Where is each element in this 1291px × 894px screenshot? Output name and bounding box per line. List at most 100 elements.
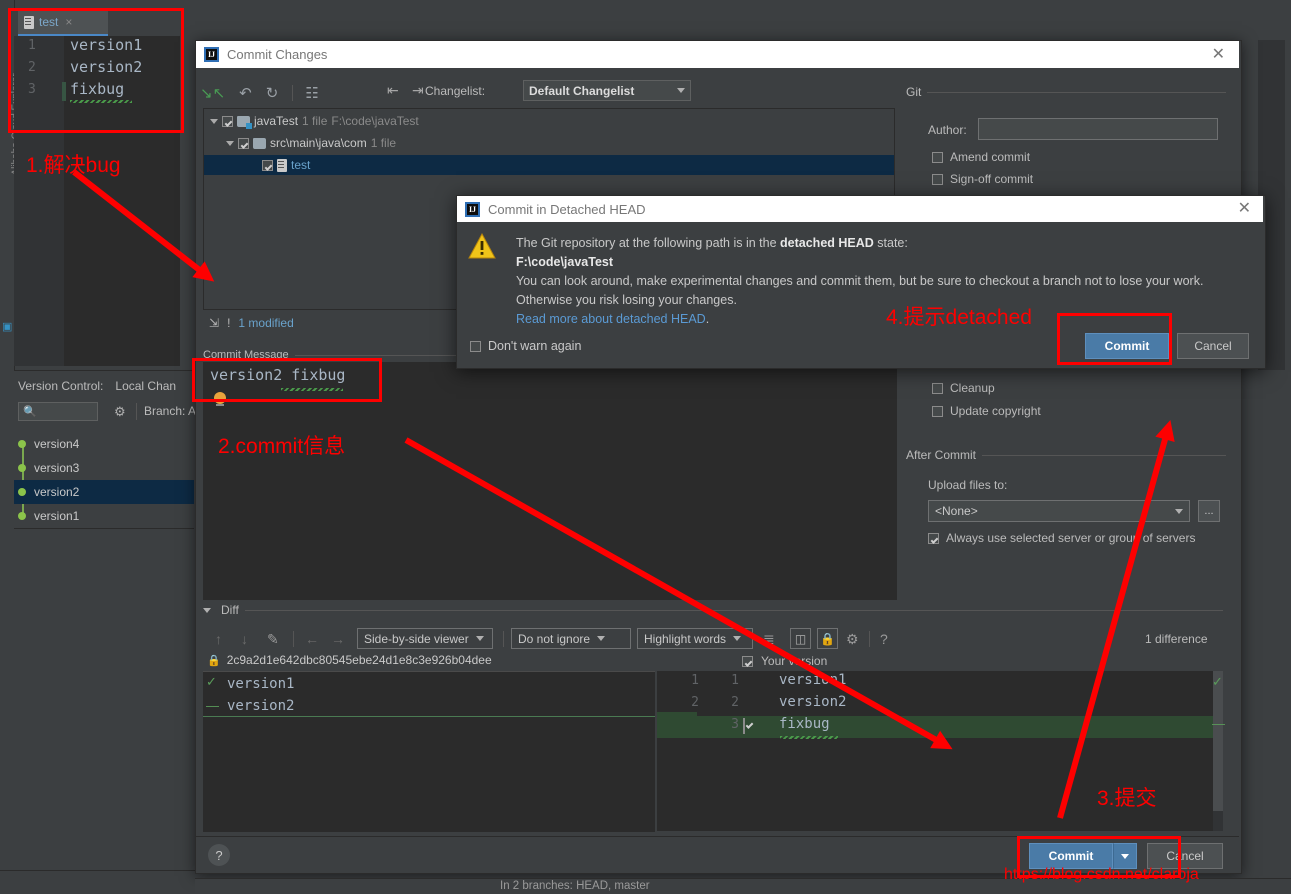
annotation-label-4: 4.提示detached xyxy=(886,306,1032,329)
list-item[interactable]: version2 xyxy=(14,480,194,504)
edit-icon[interactable]: ✎ xyxy=(267,628,279,650)
detached-cancel-button[interactable]: Cancel xyxy=(1177,333,1249,359)
ignore-mode-select[interactable]: Do not ignore xyxy=(511,628,631,649)
help-button[interactable]: ? xyxy=(208,844,230,866)
expand-all-icon[interactable]: ⇥ xyxy=(412,82,424,99)
browse-button[interactable]: ... xyxy=(1198,500,1220,522)
ignore-mode-value: Do not ignore xyxy=(518,631,591,646)
diff-line-text: version1 xyxy=(227,676,295,692)
diff-new-line-number: 2 xyxy=(731,695,739,710)
cloud-explorer-icon[interactable]: ▣ xyxy=(2,320,12,333)
highlight-mode-select[interactable]: Highlight words xyxy=(637,628,753,649)
left-tool-window-strip[interactable]: Alibaba Cloud Explorer ▣ xyxy=(0,0,22,893)
arrow-right-icon[interactable]: → xyxy=(331,628,345,650)
chevron-down-icon[interactable] xyxy=(203,607,211,613)
search-input[interactable]: 🔍 xyxy=(18,402,98,421)
version-control-toolbar: 🔍 ⚙ Branch: A xyxy=(18,402,197,426)
signoff-commit-option[interactable]: Sign-off commit xyxy=(932,172,1033,186)
table-row[interactable]: src\main\java\com 1 file xyxy=(204,133,894,153)
author-field[interactable] xyxy=(978,118,1218,140)
collapse-all-icon[interactable]: ↘↖ xyxy=(200,84,225,102)
update-copyright-option[interactable]: Update copyright xyxy=(932,404,1041,418)
always-use-server-option[interactable]: Always use selected server or group of s… xyxy=(928,531,1195,545)
synchronize-scroll-icon[interactable]: ◫ xyxy=(790,628,811,649)
file-tree-name: src\main\java\com xyxy=(270,136,367,150)
checkbox[interactable] xyxy=(262,159,273,171)
detached-head-line1c: state: xyxy=(873,236,908,250)
option-label: Cleanup xyxy=(950,381,995,395)
close-icon[interactable]: ✕ xyxy=(1238,201,1251,217)
diff-remove-icon[interactable]: — xyxy=(1212,716,1225,731)
commit-dialog-titlebar[interactable]: IJ Commit Changes ✕ xyxy=(196,41,1239,68)
checkbox[interactable] xyxy=(470,340,481,352)
changelist-select[interactable]: Default Changelist xyxy=(523,80,691,101)
diff-line: version1 xyxy=(227,673,294,695)
ide-right-edge xyxy=(1285,0,1291,893)
commit-node-icon xyxy=(18,512,26,520)
checkbox[interactable] xyxy=(742,655,753,667)
help-icon[interactable]: ? xyxy=(880,628,888,650)
revision-hash: 2c9a2d1e642dbc80545ebe24d1e8c3e926b04dee xyxy=(226,653,492,667)
detached-head-title: Commit in Detached HEAD xyxy=(488,201,646,217)
toolbar-divider xyxy=(136,403,137,420)
amend-commit-option[interactable]: Amend commit xyxy=(932,150,1030,164)
dont-warn-again-option[interactable]: Don't warn again xyxy=(470,339,581,353)
checkbox[interactable] xyxy=(932,382,943,394)
collapse-all-icon[interactable]: ⇤ xyxy=(387,82,399,99)
checkbox[interactable] xyxy=(932,405,943,417)
refresh-icon[interactable]: ↻ xyxy=(266,84,279,102)
upload-target-select[interactable]: <None> xyxy=(928,500,1190,522)
cleanup-option[interactable]: Cleanup xyxy=(932,381,995,395)
chevron-down-icon xyxy=(733,636,742,641)
checkbox[interactable] xyxy=(222,115,233,127)
diff-accept-icon[interactable]: ✓ xyxy=(206,674,217,690)
detached-head-titlebar[interactable]: IJ Commit in Detached HEAD ✕ xyxy=(457,196,1263,222)
undo-icon[interactable]: ↶ xyxy=(239,84,252,102)
gear-icon[interactable]: ⚙ xyxy=(846,628,859,650)
read-more-link[interactable]: Read more about detached HEAD xyxy=(516,312,706,326)
checkbox[interactable] xyxy=(743,718,745,734)
gear-icon[interactable]: ⚙ xyxy=(114,404,126,420)
diff-line-text: version2 xyxy=(779,694,847,710)
commit-label: version1 xyxy=(34,509,80,523)
checkbox[interactable] xyxy=(238,137,249,149)
diff-left-pane[interactable]: version1 version2 xyxy=(203,671,655,832)
annotation-label-3: 3.提交 xyxy=(1097,787,1157,810)
diff-line: version2 xyxy=(227,695,294,717)
dont-warn-label: Don't warn again xyxy=(488,339,582,353)
version-control-tab-local-changes[interactable]: Local Chan xyxy=(115,379,176,393)
table-row[interactable]: javaTest 1 file F:\code\javaTest xyxy=(204,111,894,131)
arrow-left-icon[interactable]: ← xyxy=(305,628,319,650)
viewer-mode-select[interactable]: Side-by-side viewer xyxy=(357,628,493,649)
list-item[interactable]: version4 xyxy=(14,432,194,456)
checkbox[interactable] xyxy=(928,532,939,544)
checkbox[interactable] xyxy=(932,151,943,163)
option-label: Sign-off commit xyxy=(950,172,1034,186)
git-legend-text: Git xyxy=(906,85,922,99)
diff-remove-icon[interactable]: — xyxy=(206,698,219,713)
folder-icon xyxy=(253,137,266,149)
file-tree-path: F:\code\javaTest xyxy=(331,114,419,128)
diff-accept-icon[interactable]: ✓ xyxy=(1212,674,1223,690)
chevron-down-icon[interactable] xyxy=(210,118,218,124)
list-item[interactable]: version3 xyxy=(14,456,194,480)
checkbox[interactable] xyxy=(932,173,943,185)
diff-insert-marker xyxy=(203,716,655,717)
next-difference-icon[interactable]: ↓ xyxy=(241,628,248,650)
annotation-label-2: 2.commit信息 xyxy=(218,435,346,458)
lock-icon: 🔒 xyxy=(207,654,221,667)
detached-head-state: detached HEAD xyxy=(780,236,874,250)
table-row[interactable]: test xyxy=(204,155,894,175)
lock-icon[interactable]: 🔒 xyxy=(817,628,838,649)
chevron-down-icon[interactable] xyxy=(226,140,234,146)
after-commit-legend-text: After Commit xyxy=(906,448,977,462)
list-item[interactable]: version1 xyxy=(14,504,194,528)
file-tree-meta: 1 file xyxy=(302,114,328,128)
previous-difference-icon[interactable]: ↑ xyxy=(215,628,222,650)
scrollbar-thumb[interactable] xyxy=(1213,671,1223,811)
group-by-icon[interactable]: ☷ xyxy=(305,84,318,102)
close-icon[interactable]: ✕ xyxy=(1212,47,1225,63)
branch-label: Branch: A xyxy=(144,404,197,418)
link-period: . xyxy=(705,312,710,326)
search-icon: 🔍 xyxy=(23,406,37,418)
